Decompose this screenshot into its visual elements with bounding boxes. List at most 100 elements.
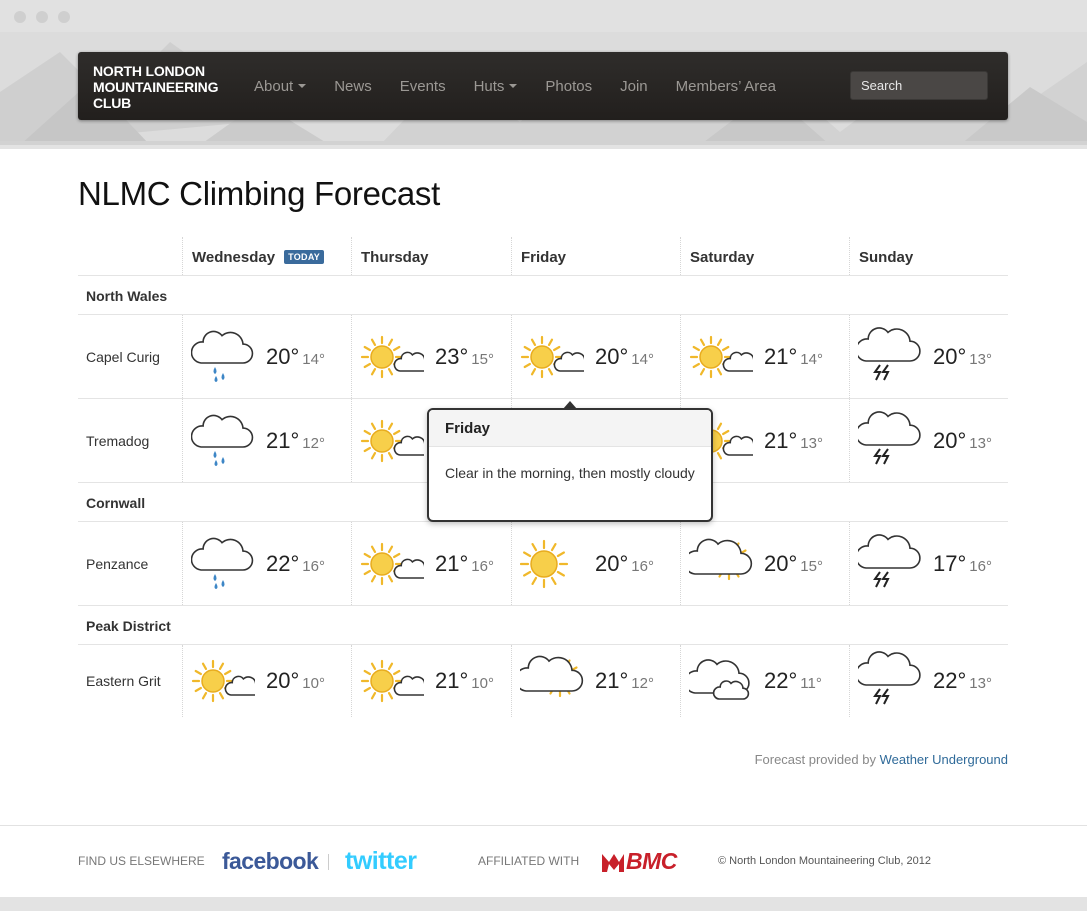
window-close-dot[interactable]	[14, 11, 26, 23]
temperatures: 22° 16°	[266, 551, 325, 577]
window-bottom-edge	[0, 897, 1087, 911]
location-row: Capel Curig 20° 14° 23° 15° 20° 14° 21° 14° 20° 13…	[78, 315, 1008, 399]
nav-item-events[interactable]: Events	[386, 78, 460, 95]
bmc-link[interactable]: BMC	[602, 848, 677, 875]
mostly-cloudy-weather-icon	[520, 655, 584, 698]
high-temp: 21°	[764, 427, 798, 453]
low-temp: 14°	[302, 350, 325, 368]
chevron-down-icon	[298, 84, 307, 88]
high-temp: 21°	[435, 550, 469, 576]
location-name: Eastern Grit	[86, 673, 161, 689]
temperatures: 20° 10°	[266, 668, 325, 694]
forecast-cell[interactable]: 20° 13°	[849, 315, 1008, 398]
temperatures: 23° 15°	[435, 344, 494, 370]
nav-item-huts[interactable]: Huts	[460, 78, 532, 95]
high-temp: 20°	[764, 550, 798, 576]
high-temp: 20°	[933, 427, 967, 453]
affiliated-label: AFFILIATED WITH	[478, 854, 580, 868]
nav-item-news[interactable]: News	[320, 78, 386, 95]
high-temp: 21°	[764, 343, 798, 369]
low-temp: 13°	[969, 434, 992, 452]
thunder-weather-icon	[858, 533, 921, 587]
location-name: Penzance	[86, 555, 149, 572]
day-header: Saturday	[680, 237, 849, 275]
rain-weather-icon	[191, 537, 254, 589]
nav-label: News	[334, 77, 372, 95]
temperatures: 21° 13°	[764, 428, 823, 454]
brand-line-2: MOUNTAINEERING	[93, 79, 219, 95]
facebook-link[interactable]: facebook	[222, 848, 319, 875]
forecast-cell[interactable]: 20° 13°	[849, 399, 1008, 482]
forecast-cell[interactable]: 17° 16°	[849, 522, 1008, 605]
forecast-cell[interactable]: 20° 15°	[680, 522, 849, 605]
nav-item-about[interactable]: About	[240, 78, 320, 95]
partly-cloudy-weather-icon	[360, 335, 424, 378]
tooltip-body: Clear in the morning, then mostly cloudy	[445, 465, 695, 481]
forecast-cell[interactable]: 21° 16°	[351, 522, 511, 605]
forecast-cell[interactable]: 20° 14°	[182, 315, 351, 398]
window-minimize-dot[interactable]	[36, 11, 48, 23]
chevron-down-icon	[509, 84, 518, 88]
low-temp: 16°	[631, 557, 654, 575]
temperatures: 20° 14°	[266, 344, 325, 370]
high-temp: 20°	[595, 343, 629, 369]
day-label: Sunday	[859, 249, 914, 266]
low-temp: 13°	[969, 675, 992, 692]
forecast-cell[interactable]: 23° 15°	[351, 315, 511, 398]
twitter-link[interactable]: twitter	[345, 847, 417, 876]
low-temp: 11°	[800, 675, 822, 692]
high-temp: 21°	[435, 668, 469, 693]
forecast-cell[interactable]: 20° 10°	[182, 645, 351, 717]
partly-cloudy-weather-icon	[360, 419, 424, 462]
day-label: Saturday	[690, 249, 755, 266]
forecast-cell[interactable]: 21° 12°	[511, 645, 680, 717]
forecast-credit: Forecast provided by Weather Underground	[755, 752, 1008, 767]
day-label: Thursday	[361, 249, 429, 266]
day-label: Friday	[521, 249, 567, 266]
temperatures: 21° 12°	[595, 668, 654, 694]
weather-underground-link[interactable]: Weather Underground	[880, 752, 1008, 767]
day-name: Wednesday TODAY	[192, 249, 325, 266]
forecast-cell[interactable]: 20° 14°	[511, 315, 680, 398]
forecast-cell[interactable]: 22° 16°	[182, 522, 351, 605]
tooltip-title: Friday	[429, 410, 711, 447]
low-temp: 16°	[471, 557, 494, 575]
region-name: Cornwall	[86, 495, 146, 511]
partly-cloudy-weather-icon	[360, 542, 424, 585]
partly-cloudy-weather-icon	[191, 659, 255, 703]
forecast-cell[interactable]: 22° 13°	[849, 645, 1008, 717]
temperatures: 20° 14°	[595, 344, 654, 370]
forecast-cell[interactable]: 21° 14°	[680, 315, 849, 398]
day-header: Wednesday TODAY	[182, 237, 351, 275]
high-temp: 20°	[266, 668, 300, 693]
bmc-logo-icon	[602, 853, 624, 872]
low-temp: 10°	[302, 675, 325, 692]
nav-item-photos[interactable]: Photos	[531, 78, 606, 95]
nav-item-join[interactable]: Join	[606, 78, 662, 95]
site-brand[interactable]: NORTH LONDON MOUNTAINEERING CLUB	[93, 63, 243, 111]
low-temp: 16°	[302, 557, 325, 575]
credit-text: Forecast provided by	[754, 752, 876, 767]
forecast-cell[interactable]: 20° 16°	[511, 522, 680, 605]
day-header: Thursday	[351, 237, 511, 275]
header-spacer	[78, 237, 182, 275]
location-name: Tremadog	[86, 432, 150, 449]
forecast-cell[interactable]: 21° 12°	[182, 399, 351, 482]
find-us-label: FIND US ELSEWHERE	[78, 854, 205, 868]
low-temp: 15°	[800, 557, 823, 575]
low-temp: 10°	[471, 675, 494, 692]
low-temp: 13°	[800, 434, 823, 452]
low-temp: 12°	[631, 675, 654, 692]
thunder-weather-icon	[858, 326, 921, 380]
forecast-cell[interactable]: 22° 11°	[680, 645, 849, 717]
location-cell: Capel Curig	[78, 315, 182, 398]
window-titlebar	[0, 0, 1087, 32]
partly-cloudy-weather-icon	[520, 335, 584, 378]
day-header: Sunday	[849, 237, 1008, 275]
search-input[interactable]	[850, 71, 988, 100]
forecast-cell[interactable]: 21° 10°	[351, 645, 511, 717]
nav-item-members-area[interactable]: Members’ Area	[662, 78, 790, 95]
day-header: Friday	[511, 237, 680, 275]
window-zoom-dot[interactable]	[58, 11, 70, 23]
region-name: North Wales	[86, 288, 168, 304]
